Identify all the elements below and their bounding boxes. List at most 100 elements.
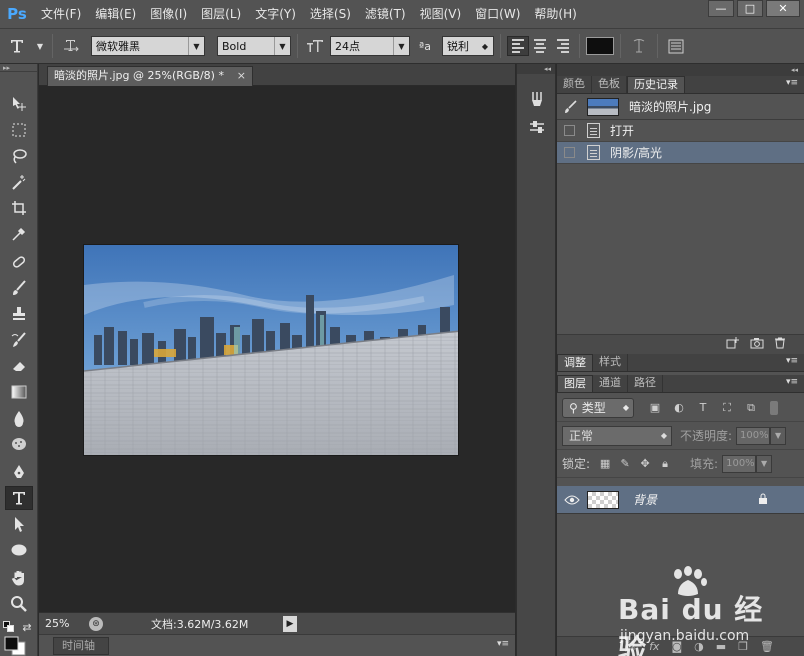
trash-icon[interactable]: 🗑︎ [760, 640, 774, 653]
text-color-swatch[interactable] [586, 37, 614, 55]
tab-layers[interactable]: 图层 [557, 375, 593, 392]
history-step-checkbox[interactable] [564, 125, 575, 136]
tab-paths[interactable]: 路径 [628, 375, 663, 392]
link-icon[interactable]: ⛓ [623, 640, 637, 653]
lock-image-icon[interactable]: ✎ [618, 457, 632, 471]
font-family-select[interactable]: 微软雅黑 ▼ [91, 36, 205, 56]
history-item-selected[interactable]: 阴影/高光 [557, 142, 804, 164]
align-right-button[interactable] [551, 36, 573, 56]
tab-channels[interactable]: 通道 [593, 375, 628, 392]
hand-tool-icon[interactable] [5, 566, 33, 590]
character-panel-icon[interactable] [664, 39, 688, 54]
group-icon[interactable]: ▬ [716, 640, 726, 653]
history-step-checkbox[interactable] [564, 147, 575, 158]
menu-select[interactable]: 选择(S) [303, 0, 358, 28]
document-image[interactable] [83, 244, 459, 456]
blend-mode-select[interactable]: 正常 ◆ [562, 425, 672, 446]
menu-view[interactable]: 视图(V) [413, 0, 469, 28]
font-size-select[interactable]: 24点 ▼ [330, 36, 410, 56]
history-snapshot[interactable]: 暗淡的照片.jpg [557, 94, 804, 120]
visibility-eye-icon[interactable] [557, 495, 587, 505]
pen-tool-icon[interactable] [5, 460, 33, 484]
panel-menu-icon[interactable]: ▾≡ [786, 78, 798, 88]
history-item[interactable]: 打开 [557, 120, 804, 142]
panel-grip[interactable]: ◂◂ [557, 64, 804, 76]
new-layer-icon[interactable]: ❐ [738, 640, 748, 653]
font-style-select[interactable]: Bold ▼ [217, 36, 291, 56]
warp-text-icon[interactable] [627, 38, 651, 54]
menu-edit[interactable]: 编辑(E) [88, 0, 143, 28]
chevron-down-icon[interactable]: ▼ [770, 426, 787, 445]
path-selection-icon[interactable] [5, 512, 33, 536]
zoom-tool-icon[interactable] [5, 592, 33, 616]
antialias-select[interactable]: 锐利 ◆ [442, 36, 494, 56]
toggle-orientation-icon[interactable] [59, 38, 83, 54]
trash-icon[interactable] [774, 337, 786, 352]
type-tool-preset-icon[interactable] [0, 38, 34, 54]
close-button[interactable]: ✕ [766, 0, 800, 17]
tab-history[interactable]: 历史记录 [627, 76, 685, 93]
layer-filter-select[interactable]: ⚲ 类型 ◆ [562, 397, 634, 418]
panel-grip[interactable]: ▸▸ [0, 64, 37, 72]
align-center-button[interactable] [529, 36, 551, 56]
shape-filter-icon[interactable]: ⛶ [720, 401, 734, 415]
menu-help[interactable]: 帮助(H) [527, 0, 583, 28]
panel-grip[interactable]: ◂◂ [517, 64, 555, 74]
opacity-field[interactable]: 100% [736, 426, 771, 445]
layer-row-background[interactable]: 背景 [557, 486, 804, 514]
history-brush-icon[interactable] [5, 328, 33, 352]
chevron-down-icon[interactable]: ▼ [34, 42, 46, 51]
new-document-from-state-icon[interactable] [726, 337, 740, 352]
menu-window[interactable]: 窗口(W) [468, 0, 527, 28]
status-menu-arrow-icon[interactable]: ▶ [283, 616, 297, 632]
lasso-tool-icon[interactable] [5, 144, 33, 168]
lock-position-icon[interactable]: ✥ [638, 457, 652, 471]
menu-file[interactable]: 文件(F) [34, 0, 88, 28]
pixel-filter-icon[interactable]: ▣ [648, 401, 662, 415]
move-tool-icon[interactable] [5, 92, 33, 116]
foreground-color-swatch[interactable] [4, 636, 26, 656]
camera-icon[interactable] [750, 337, 764, 352]
menu-layer[interactable]: 图层(L) [194, 0, 248, 28]
default-colors-icon[interactable] [2, 620, 16, 634]
menu-filter[interactable]: 滤镜(T) [358, 0, 413, 28]
maximize-button[interactable]: □ [737, 0, 763, 17]
eraser-tool-icon[interactable] [5, 354, 33, 378]
tab-adjustments[interactable]: 调整 [557, 354, 593, 371]
menu-image[interactable]: 图像(I) [143, 0, 194, 28]
zoom-level-field[interactable]: 25% [45, 616, 89, 632]
lock-transparent-icon[interactable]: ▦ [598, 457, 612, 471]
brush-presets-icon[interactable] [526, 88, 548, 110]
crop-tool-icon[interactable] [5, 196, 33, 220]
swap-colors-icon[interactable]: ⇄ [20, 620, 34, 634]
document-tab[interactable]: 暗淡的照片.jpg @ 25%(RGB/8) * × [47, 66, 253, 86]
ellipse-tool-icon[interactable] [5, 538, 33, 562]
fx-icon[interactable]: fx [649, 640, 659, 653]
sponge-tool-icon[interactable] [5, 432, 33, 456]
panel-menu-icon[interactable]: ▾≡ [786, 377, 798, 387]
panel-menu-icon[interactable]: ▾≡ [786, 356, 798, 366]
type-filter-icon[interactable]: T [696, 401, 710, 415]
fill-field[interactable]: 100% [722, 454, 757, 473]
adjustment-icon[interactable]: ◑ [694, 640, 704, 653]
smart-object-filter-icon[interactable]: ⧉ [744, 401, 758, 415]
tab-color[interactable]: 颜色 [557, 76, 592, 93]
marquee-tool-icon[interactable] [5, 118, 33, 142]
close-icon[interactable]: × [237, 67, 246, 85]
history-brush-source-icon[interactable] [563, 99, 583, 115]
eyedropper-icon[interactable] [5, 222, 33, 246]
healing-brush-icon[interactable] [5, 250, 33, 274]
layer-name[interactable]: 背景 [633, 491, 657, 508]
lock-all-icon[interactable]: 🔒︎ [658, 457, 672, 471]
brush-tool-icon[interactable] [5, 276, 33, 300]
minimize-button[interactable]: — [708, 0, 734, 17]
timeline-tab[interactable]: 时间轴 [53, 637, 109, 655]
adjustment-filter-icon[interactable]: ◐ [672, 401, 686, 415]
mask-icon[interactable]: ◙ [671, 640, 682, 653]
type-tool-icon[interactable] [5, 486, 33, 510]
filter-toggle-switch[interactable] [770, 400, 778, 415]
chevron-down-icon[interactable]: ▼ [756, 454, 773, 473]
canvas-area[interactable] [39, 86, 515, 612]
blur-tool-icon[interactable] [5, 406, 33, 430]
clone-stamp-icon[interactable] [5, 302, 33, 326]
